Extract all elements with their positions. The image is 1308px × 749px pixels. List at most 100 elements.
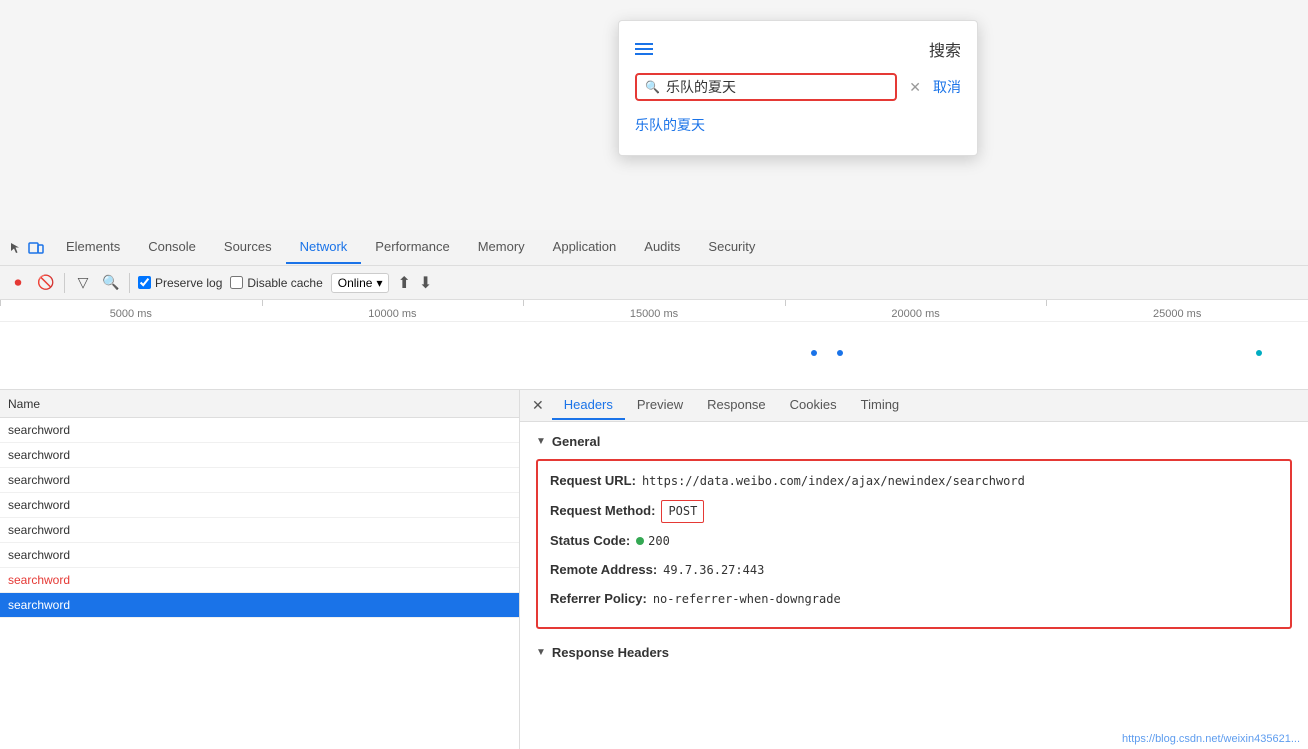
timeline-ruler: 5000 ms 10000 ms 15000 ms 20000 ms 25000…	[0, 300, 1308, 322]
disable-cache-input[interactable]	[230, 276, 243, 289]
export-button[interactable]: ⬇	[419, 273, 432, 293]
general-arrow-icon: ▼	[536, 436, 546, 447]
status-code-field: Status Code: 200	[550, 531, 1278, 552]
search-suggestion[interactable]: 乐队的夏天	[635, 111, 961, 139]
tab-console[interactable]: Console	[134, 231, 210, 264]
detail-tab-preview[interactable]: Preview	[625, 391, 695, 420]
devtools-icons	[8, 240, 44, 256]
tab-application[interactable]: Application	[539, 231, 631, 264]
search-overlay: 搜索 🔍 ✕ 取消 乐队的夏天	[618, 20, 978, 156]
throttle-select[interactable]: Online ▾	[331, 273, 390, 293]
record-button[interactable]: ⏺	[8, 273, 28, 293]
tab-audits[interactable]: Audits	[630, 231, 694, 264]
filter-icon[interactable]: ▽	[73, 273, 93, 293]
general-section-title: General	[552, 434, 600, 449]
timeline-area: 5000 ms 10000 ms 15000 ms 20000 ms 25000…	[0, 300, 1308, 390]
status-dot-icon	[636, 537, 644, 545]
hamburger-icon[interactable]	[635, 43, 653, 55]
detail-close-button[interactable]: ✕	[524, 393, 552, 418]
request-row-8[interactable]: searchword	[0, 593, 519, 618]
referrer-policy-label: Referrer Policy:	[550, 589, 647, 610]
search-button[interactable]: 🔍	[101, 273, 121, 293]
requests-panel: Name searchword searchword searchword se…	[0, 390, 520, 749]
timeline-dot-blue-1	[811, 350, 817, 356]
stop-button[interactable]: 🚫	[36, 273, 56, 293]
request-name-1: searchword	[8, 423, 70, 437]
detail-content: ▼ General Request URL: https://data.weib…	[520, 422, 1308, 749]
remote-address-value: 49.7.36.27:443	[663, 561, 764, 580]
search-input[interactable]	[666, 79, 887, 95]
preserve-log-label: Preserve log	[155, 276, 222, 290]
preserve-log-checkbox[interactable]: Preserve log	[138, 276, 222, 290]
details-panel: ✕ Headers Preview Response Cookies Timin…	[520, 390, 1308, 749]
search-clear-button[interactable]: ✕	[905, 77, 925, 98]
general-box: Request URL: https://data.weibo.com/inde…	[536, 459, 1292, 629]
request-row-7[interactable]: searchword	[0, 568, 519, 593]
requests-list: searchword searchword searchword searchw…	[0, 418, 519, 749]
timeline-dot-teal	[1256, 350, 1262, 356]
toolbar: ⏺ 🚫 ▽ 🔍 Preserve log Disable cache Onlin…	[0, 266, 1308, 300]
general-section-header[interactable]: ▼ General	[536, 434, 1292, 449]
request-url-field: Request URL: https://data.weibo.com/inde…	[550, 471, 1278, 492]
request-name-2: searchword	[8, 448, 70, 462]
toolbar-separator-2	[129, 273, 130, 293]
name-column-header: Name	[8, 397, 40, 411]
disable-cache-checkbox[interactable]: Disable cache	[230, 276, 322, 290]
device-toggle-icon[interactable]	[28, 240, 44, 256]
search-input-row: 🔍 ✕ 取消	[635, 73, 961, 101]
tab-sources[interactable]: Sources	[210, 231, 286, 264]
detail-tab-response[interactable]: Response	[695, 391, 778, 420]
detail-tab-headers[interactable]: Headers	[552, 391, 625, 420]
chevron-down-icon: ▾	[376, 276, 382, 290]
requests-header: Name	[0, 390, 519, 418]
pointer-icon[interactable]	[8, 240, 24, 256]
detail-tab-timing[interactable]: Timing	[849, 391, 912, 420]
referrer-policy-value: no-referrer-when-downgrade	[653, 590, 841, 609]
request-row-1[interactable]: searchword	[0, 418, 519, 443]
status-code-value: 200	[648, 532, 670, 551]
devtools-panel: Elements Console Sources Network Perform…	[0, 230, 1308, 749]
search-overlay-header: 搜索	[635, 37, 961, 61]
response-arrow-icon: ▼	[536, 647, 546, 658]
request-name-4: searchword	[8, 498, 70, 512]
search-overlay-title: 搜索	[929, 37, 961, 61]
preserve-log-input[interactable]	[138, 276, 151, 289]
request-row-3[interactable]: searchword	[0, 468, 519, 493]
request-row-6[interactable]: searchword	[0, 543, 519, 568]
search-input-box: 🔍	[635, 73, 897, 101]
throttle-label: Online	[338, 276, 373, 290]
tab-memory[interactable]: Memory	[464, 231, 539, 264]
search-cancel-button[interactable]: 取消	[933, 77, 961, 97]
request-row-5[interactable]: searchword	[0, 518, 519, 543]
request-row-4[interactable]: searchword	[0, 493, 519, 518]
ruler-tick-5: 25000 ms	[1046, 308, 1308, 321]
ruler-tick-1: 5000 ms	[0, 308, 262, 321]
request-name-6: searchword	[8, 548, 70, 562]
tab-elements[interactable]: Elements	[52, 231, 134, 264]
timeline-dots	[0, 330, 1308, 389]
main-area: Name searchword searchword searchword se…	[0, 390, 1308, 749]
detail-tabs: ✕ Headers Preview Response Cookies Timin…	[520, 390, 1308, 422]
response-headers-title[interactable]: ▼ Response Headers	[536, 645, 1292, 660]
response-headers-section: ▼ Response Headers	[536, 645, 1292, 660]
request-url-label: Request URL:	[550, 471, 636, 492]
tab-bar: Elements Console Sources Network Perform…	[0, 230, 1308, 266]
tab-performance[interactable]: Performance	[361, 231, 463, 264]
request-row-2[interactable]: searchword	[0, 443, 519, 468]
timeline-dot-blue-2	[837, 350, 843, 356]
disable-cache-label: Disable cache	[247, 276, 322, 290]
referrer-policy-field: Referrer Policy: no-referrer-when-downgr…	[550, 589, 1278, 610]
remote-address-field: Remote Address: 49.7.36.27:443	[550, 560, 1278, 581]
import-button[interactable]: ⬆	[397, 273, 410, 293]
ruler-tick-3: 15000 ms	[523, 308, 785, 321]
request-method-badge: POST	[661, 500, 704, 523]
ruler-tick-4: 20000 ms	[785, 308, 1047, 321]
tab-security[interactable]: Security	[694, 231, 769, 264]
search-icon: 🔍	[645, 80, 660, 94]
detail-tab-cookies[interactable]: Cookies	[778, 391, 849, 420]
tab-network[interactable]: Network	[286, 231, 362, 264]
toolbar-separator-1	[64, 273, 65, 293]
remote-address-label: Remote Address:	[550, 560, 657, 581]
ruler-tick-2: 10000 ms	[262, 308, 524, 321]
watermark: https://blog.csdn.net/weixin435621...	[1122, 733, 1300, 745]
